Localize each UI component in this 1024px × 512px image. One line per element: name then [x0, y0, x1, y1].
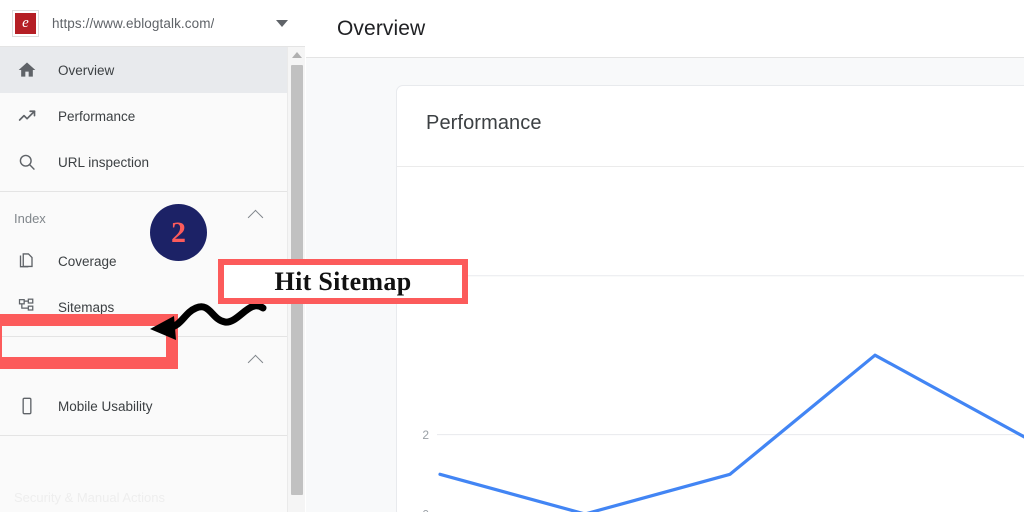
- sidebar-item-label: Sitemaps: [58, 299, 115, 315]
- sidebar-divider: [0, 435, 287, 436]
- sidebar-divider: [0, 191, 287, 192]
- chevron-up-icon[interactable]: [247, 354, 264, 371]
- sidebar-item-label: Coverage: [58, 253, 117, 269]
- chart-series-line: [438, 353, 1024, 512]
- documents-icon: [14, 248, 40, 274]
- sidebar-item-mobile-usability[interactable]: Mobile Usability: [0, 383, 287, 429]
- trending-up-icon: [14, 103, 40, 129]
- sidebar-item-label: URL inspection: [58, 154, 150, 170]
- y-axis-tick-label: 2: [422, 428, 429, 442]
- property-selector[interactable]: e https://www.eblogtalk.com/: [0, 0, 305, 47]
- sidebar-item-label: Overview: [58, 62, 115, 78]
- chevron-down-icon[interactable]: [276, 20, 288, 27]
- performance-line-chart[interactable]: 0265/10/195/12/195/14/195/16/195/: [397, 166, 1024, 512]
- eblogtalk-e-logo-icon: e: [12, 9, 39, 37]
- search-console-overview-page: e https://www.eblogtalk.com/ Overview Pe…: [0, 0, 1024, 512]
- callout-text: Hit Sitemap: [274, 266, 412, 296]
- home-icon: [14, 57, 40, 83]
- sidebar-item-label: Mobile Usability: [58, 398, 153, 414]
- search-icon: [14, 149, 40, 175]
- property-url: https://www.eblogtalk.com/: [52, 15, 215, 31]
- page-title: Overview: [337, 16, 426, 40]
- y-axis-tick-label: 0: [422, 508, 429, 512]
- callout-hit-sitemap: Hit Sitemap: [218, 259, 468, 304]
- sidebar-item-clipped[interactable]: Security & Manual Actions: [14, 490, 165, 505]
- scroll-up-arrow-icon[interactable]: [292, 52, 302, 58]
- sidebar-section-index[interactable]: Index: [0, 198, 287, 238]
- performance-card[interactable]: Performance 0265/10/195/12/195/14/195/16…: [396, 85, 1024, 512]
- sidebar-item-label: Performance: [58, 108, 136, 124]
- sidebar: e https://www.eblogtalk.com/ Overview Pe…: [0, 0, 305, 512]
- sidebar-section-label: Index: [14, 210, 46, 226]
- sidebar-item-overview[interactable]: Overview: [0, 47, 287, 93]
- performance-card-title: Performance: [426, 112, 542, 134]
- property-logo-letter: e: [15, 12, 36, 34]
- sidebar-item-performance[interactable]: Performance: [0, 93, 287, 139]
- sidebar-item-url-inspection[interactable]: URL inspection: [0, 139, 287, 185]
- chevron-up-icon[interactable]: [247, 209, 264, 226]
- squiggly-arrow-left-icon: [150, 302, 267, 340]
- page-header: Overview: [306, 0, 1024, 58]
- mobile-device-icon: [14, 393, 40, 419]
- step-number-badge: 2: [150, 204, 207, 261]
- step-number-text: 2: [171, 215, 186, 249]
